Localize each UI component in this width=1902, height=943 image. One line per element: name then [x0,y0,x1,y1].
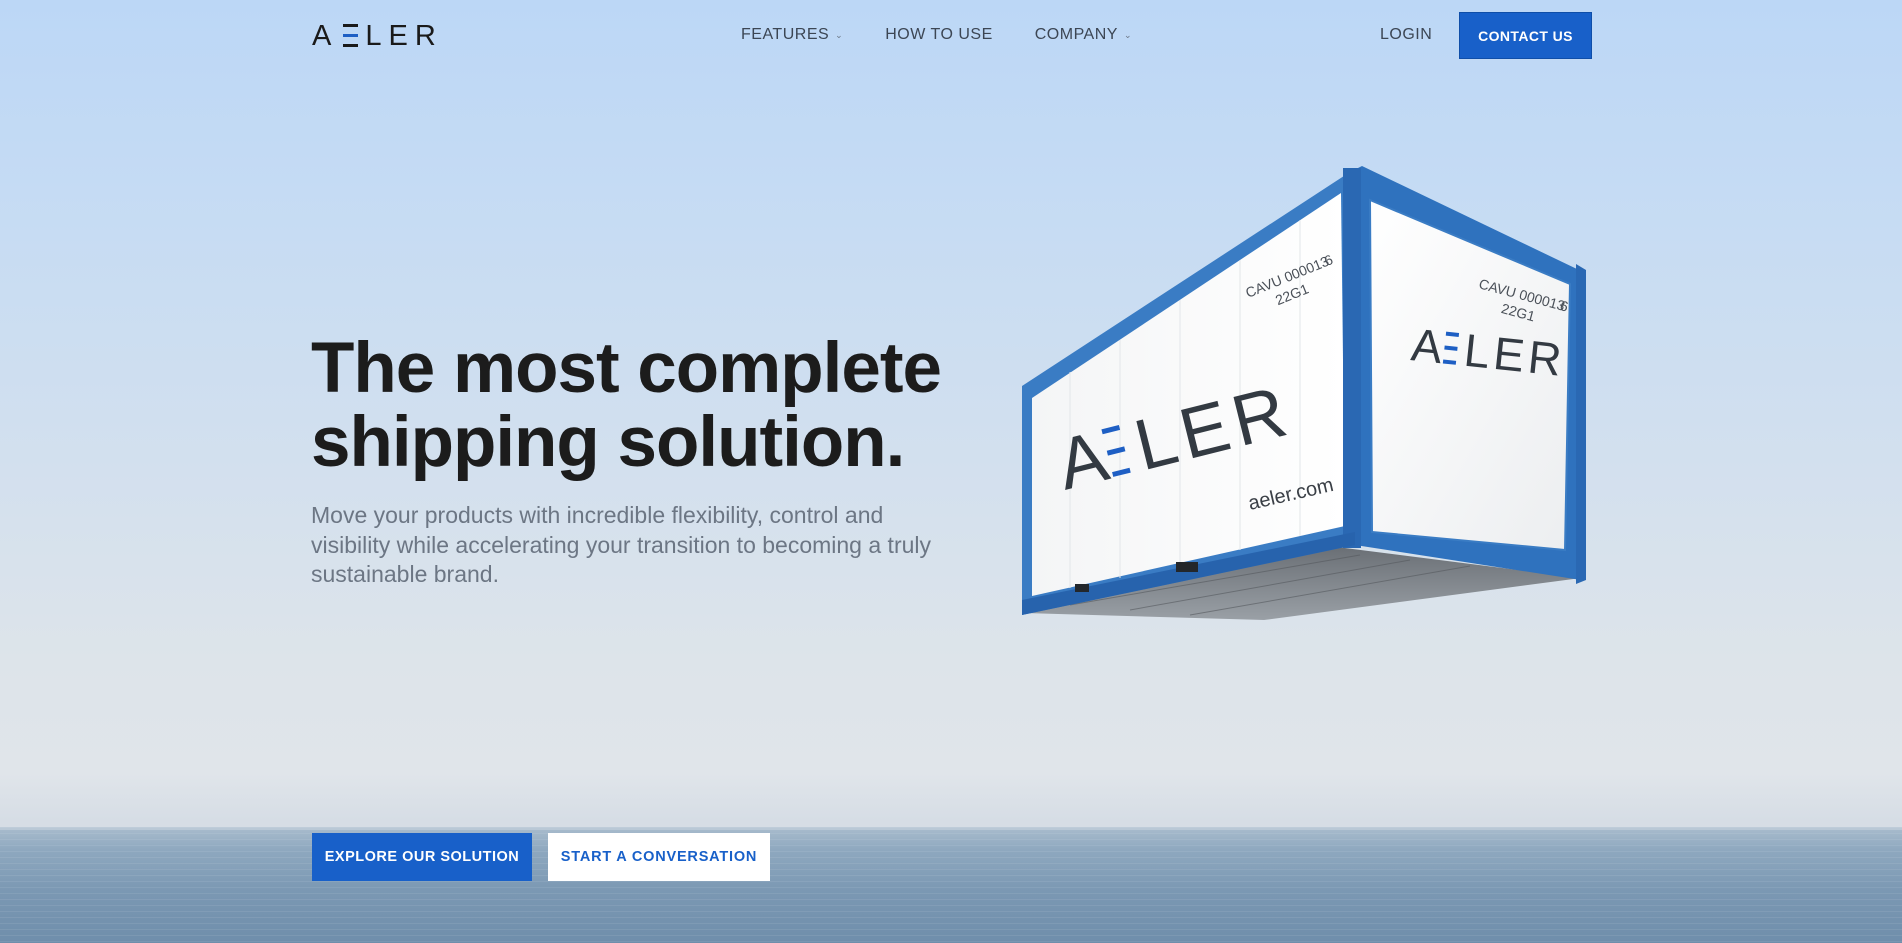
nav-item-label: COMPANY [1034,26,1118,43]
svg-text:A: A [1409,318,1449,373]
login-link[interactable]: LOGIN [1380,26,1432,44]
explore-solution-button[interactable]: EXPLORE OUR SOLUTION [312,833,532,881]
main-nav: FEATURES ⌄ HOW TO USE COMPANY ⌄ [741,26,1174,44]
svg-text:LER: LER [1462,324,1568,386]
hero-title-line-1: The most complete [311,329,942,408]
aeler-logo[interactable]: A LER [312,20,443,53]
contact-us-button[interactable]: CONTACT US [1459,12,1592,59]
landing-page: A LER FEATURES ⌄ HOW TO USE COMPANY ⌄ LOG… [0,0,1902,943]
hero-title-line-2: shipping solution. [311,403,905,482]
site-header: A LER FEATURES ⌄ HOW TO USE COMPANY ⌄ LOG… [0,0,1902,70]
nav-item-how-to-use[interactable]: HOW TO USE [885,26,993,44]
nav-item-company[interactable]: COMPANY ⌄ [1035,26,1132,44]
chevron-down-icon: ⌄ [835,29,844,40]
logo-e-bars [343,24,359,47]
sea-background [0,827,1902,943]
start-conversation-button[interactable]: START A CONVERSATION [548,833,770,881]
hero-subtitle: Move your products with incredible flexi… [311,502,932,587]
nav-item-features[interactable]: FEATURES ⌄ [741,26,843,44]
nav-item-label: FEATURES [741,26,830,43]
hero-title: The most complete shipping solution. [311,332,1011,480]
nav-item-label: HOW TO USE [885,26,993,43]
shipping-container-image: A LER aeler.com CAVU 000013 6 22G1 A LER… [1022,166,1586,620]
chevron-down-icon: ⌄ [1123,29,1132,40]
